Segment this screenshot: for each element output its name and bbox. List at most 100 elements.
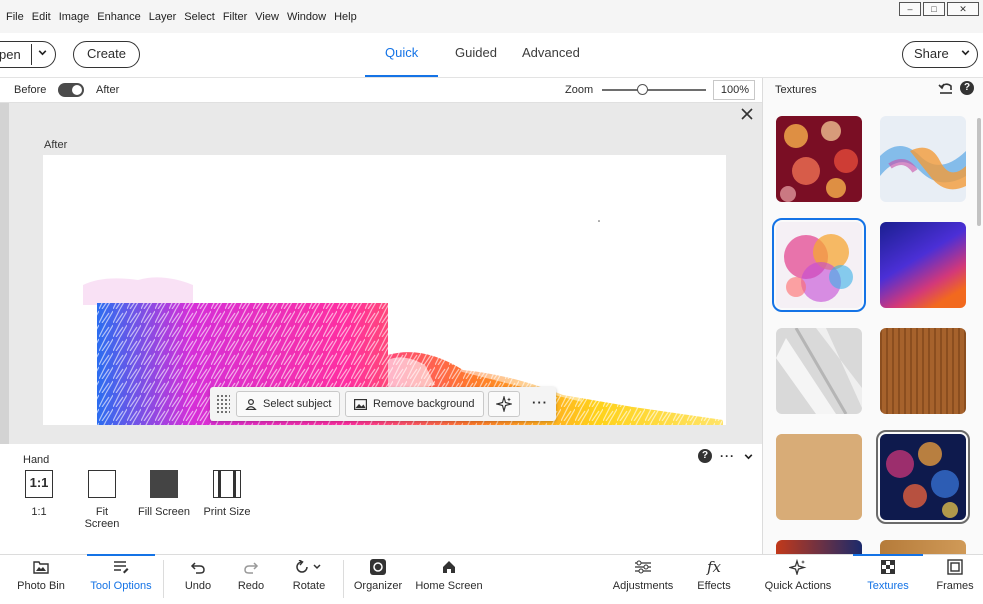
- menu-window[interactable]: Window: [287, 11, 326, 23]
- texture-thumb-smoke-color[interactable]: [880, 116, 966, 202]
- create-button[interactable]: Create: [73, 41, 140, 68]
- more-options-icon[interactable]: ···: [532, 395, 548, 410]
- more-options-icon[interactable]: ···: [720, 449, 735, 463]
- partial-texture-preview: [776, 540, 862, 554]
- redo-label: Redo: [237, 580, 265, 592]
- help-icon[interactable]: ?: [960, 81, 974, 95]
- texture-thumb-paper[interactable]: [776, 434, 862, 520]
- frames-button[interactable]: Frames: [933, 554, 977, 604]
- organizer-button[interactable]: Organizer: [352, 554, 404, 604]
- tab-guided[interactable]: Guided: [455, 45, 497, 60]
- effects-label: Effects: [697, 580, 731, 592]
- home-icon: [443, 561, 455, 573]
- tab-advanced[interactable]: Advanced: [522, 45, 580, 60]
- photo-bin-button[interactable]: Photo Bin: [10, 554, 72, 604]
- adjustments-label: Adjustments: [612, 580, 674, 592]
- menu-file[interactable]: File: [6, 11, 24, 23]
- powder-burst-texture: [776, 222, 862, 308]
- person-icon: [245, 398, 257, 410]
- texture-thumb-wood[interactable]: [880, 328, 966, 414]
- open-button-label: pen: [0, 47, 21, 62]
- tool-options-controls: ? ···: [698, 449, 754, 463]
- menu-help[interactable]: Help: [334, 11, 357, 23]
- chevron-down-icon[interactable]: [37, 47, 48, 58]
- one-to-one-button[interactable]: 1:1 1:1: [23, 470, 55, 518]
- menu-select[interactable]: Select: [184, 11, 215, 23]
- generative-button[interactable]: [488, 391, 520, 417]
- tab-quick[interactable]: Quick: [385, 45, 418, 60]
- texture-thumb-bokeh-lights[interactable]: [876, 430, 970, 524]
- effects-icon: fx: [706, 558, 721, 576]
- active-tab-indicator: [365, 75, 438, 77]
- after-label: After: [96, 84, 120, 96]
- textures-button[interactable]: Textures: [853, 554, 923, 604]
- image-canvas[interactable]: [43, 155, 726, 425]
- taskbar-divider: [163, 560, 164, 598]
- textures-scrollbar[interactable]: [977, 118, 981, 226]
- fit-screen-button[interactable]: Fit Screen: [78, 470, 126, 530]
- zoom-slider-track[interactable]: [602, 89, 706, 91]
- home-screen-button[interactable]: Home Screen: [414, 554, 484, 604]
- before-after-toggle[interactable]: [58, 83, 84, 97]
- menu-view[interactable]: View: [255, 11, 279, 23]
- quick-actions-label: Quick Actions: [764, 580, 832, 592]
- zoom-value-field[interactable]: 100%: [713, 80, 755, 100]
- print-size-icon: [213, 470, 241, 498]
- menu-enhance[interactable]: Enhance: [97, 11, 140, 23]
- paper-texture: [776, 434, 862, 520]
- minimize-button[interactable]: –: [899, 2, 921, 16]
- sparkle-icon: [496, 396, 512, 412]
- drag-handle-icon[interactable]: [216, 394, 230, 414]
- open-button[interactable]: pen: [0, 41, 56, 68]
- texture-thumb-blue-orange-gradient[interactable]: [880, 222, 966, 308]
- restore-button[interactable]: □: [923, 2, 945, 16]
- photo-bin-label: Photo Bin: [17, 580, 65, 592]
- undo-button[interactable]: Undo: [178, 554, 218, 604]
- textures-icon: [881, 560, 895, 574]
- tool-options-button[interactable]: Tool Options: [87, 554, 155, 604]
- blue-orange-gradient-texture: [880, 222, 966, 308]
- select-subject-button[interactable]: Select subject: [236, 391, 341, 417]
- menu-layer[interactable]: Layer: [149, 11, 177, 23]
- texture-thumb-partial-2[interactable]: [880, 540, 966, 554]
- remove-background-label: Remove background: [373, 398, 475, 410]
- effects-button[interactable]: fx Effects: [693, 554, 735, 604]
- remove-background-button[interactable]: Remove background: [345, 391, 484, 417]
- frames-icon: [947, 559, 963, 575]
- chevron-down-icon[interactable]: [743, 451, 754, 462]
- quick-actions-button[interactable]: Quick Actions: [763, 554, 833, 604]
- bokeh-lights-texture: [880, 434, 966, 520]
- menu-filter[interactable]: Filter: [223, 11, 247, 23]
- one-to-one-label: 1:1: [31, 506, 47, 518]
- print-size-button[interactable]: Print Size: [203, 470, 251, 518]
- tool-options-label: Tool Options: [90, 580, 152, 592]
- fill-screen-button[interactable]: Fill Screen: [138, 470, 190, 518]
- tool-options-title: Hand: [23, 454, 50, 466]
- texture-thumb-powder-burst[interactable]: [772, 218, 866, 312]
- mode-header: pen Create Quick Guided Advanced Share: [0, 33, 983, 78]
- menu-image[interactable]: Image: [59, 11, 90, 23]
- rotate-button[interactable]: Rotate: [288, 554, 330, 604]
- zoom-slider-handle[interactable]: [637, 84, 648, 95]
- smoke-color-texture: [880, 116, 966, 202]
- fit-screen-icon: [88, 470, 116, 498]
- taskbar-divider: [343, 560, 344, 598]
- fill-screen-icon: [150, 470, 178, 498]
- textures-panel-title: Textures: [775, 84, 817, 96]
- texture-thumb-partial-1[interactable]: [776, 540, 862, 554]
- image-icon: [354, 398, 367, 410]
- redo-button[interactable]: Redo: [231, 554, 271, 604]
- help-icon[interactable]: ?: [698, 449, 712, 463]
- adjustments-icon: [635, 560, 651, 574]
- close-window-button[interactable]: ✕: [947, 2, 979, 16]
- close-icon[interactable]: [741, 108, 753, 120]
- texture-thumb-light-shadow[interactable]: [776, 328, 862, 414]
- texture-thumb-bokeh-hearts[interactable]: [776, 116, 862, 202]
- quick-actions-icon: [789, 559, 807, 575]
- share-button[interactable]: Share: [902, 41, 978, 68]
- light-shadow-texture: [776, 328, 862, 414]
- menu-edit[interactable]: Edit: [32, 11, 51, 23]
- reset-icon[interactable]: [938, 81, 954, 95]
- before-label: Before: [14, 84, 47, 96]
- adjustments-button[interactable]: Adjustments: [610, 554, 676, 604]
